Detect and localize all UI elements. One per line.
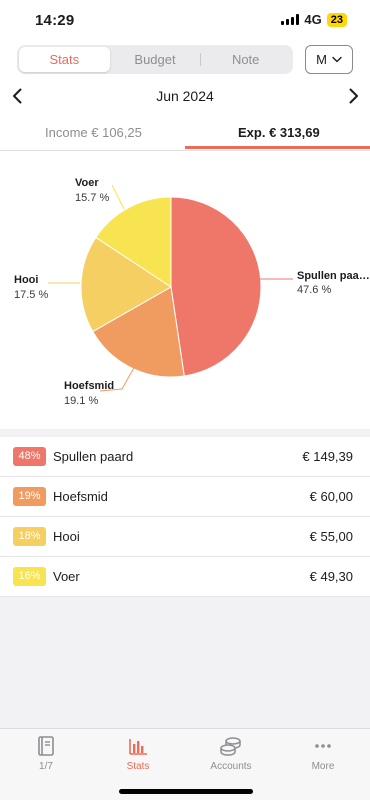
category-name: Hooi [53, 529, 80, 544]
network-label: 4G [304, 12, 322, 27]
period-selector[interactable]: M [305, 45, 353, 74]
tabbar-label: More [311, 761, 335, 772]
tabbar-item-more[interactable]: More [288, 735, 358, 772]
view-segmented-control: Stats Budget Note [17, 45, 293, 74]
pie-chart-svg: Spullen paa… 47.6 % Hoefsmid 19.1 % Hooi 17.5… [14, 177, 370, 407]
segment-stats[interactable]: Stats [19, 47, 110, 72]
tabbar-item-stats[interactable]: Stats [103, 735, 173, 772]
battery-icon: 23 [326, 12, 347, 27]
category-name: Voer [53, 569, 80, 584]
tabbar-label: Accounts [210, 761, 252, 772]
slice-percent-label: 15.7 % [75, 192, 109, 204]
percent-badge: 16% [13, 567, 46, 586]
home-indicator [119, 789, 253, 794]
category-amount: € 149,39 [302, 449, 353, 464]
period-label: M [316, 52, 327, 67]
segment-note[interactable]: Note [200, 47, 291, 72]
category-amount: € 49,30 [309, 569, 353, 584]
slice-label: Hooi [14, 274, 38, 286]
slice-label: Hoefsmid [64, 380, 114, 392]
pie-slice-spullen-paard[interactable] [170, 196, 262, 377]
chevron-down-icon [332, 56, 342, 63]
header: Stats Budget Note M Jun 2024 Income € 10… [0, 42, 370, 150]
list-item[interactable]: 19% Hoefsmid € 60,00 [0, 477, 370, 517]
slice-label: Voer [75, 177, 99, 189]
income-expense-tabs: Income € 106,25 Exp. € 313,69 [0, 120, 370, 150]
percent-badge: 19% [13, 487, 46, 506]
book-icon [38, 736, 54, 756]
bar-chart-icon [129, 739, 147, 755]
slice-label: Spullen paa… [297, 270, 370, 282]
percent-badge: 48% [13, 447, 46, 466]
category-list: 48% Spullen paard € 149,39 19% Hoefsmid … [0, 437, 370, 597]
tab-expense[interactable]: Exp. € 313,69 [238, 125, 320, 140]
tabbar-label: Stats [126, 761, 150, 772]
category-amount: € 55,00 [309, 529, 353, 544]
percent-badge: 18% [13, 527, 46, 546]
segment-budget[interactable]: Budget [110, 47, 201, 72]
category-name: Hoefsmid [53, 489, 108, 504]
list-item[interactable]: 16% Voer € 49,30 [0, 557, 370, 597]
tabbar-item-transactions[interactable]: 1/7 [11, 735, 81, 772]
status-time: 14:29 [35, 12, 75, 29]
slice-percent-label: 47.6 % [297, 284, 331, 296]
list-item[interactable]: 18% Hooi € 55,00 [0, 517, 370, 557]
signal-icon [281, 14, 300, 25]
more-dots-icon [315, 744, 331, 748]
slice-percent-label: 19.1 % [64, 395, 98, 407]
list-item[interactable]: 48% Spullen paard € 149,39 [0, 437, 370, 477]
month-navigator: Jun 2024 [0, 84, 370, 108]
tabbar-label: 1/7 [39, 761, 53, 772]
leader-line [111, 184, 125, 210]
chevron-right-icon[interactable] [343, 86, 363, 106]
expense-pie-chart: Spullen paa… 47.6 % Hoefsmid 19.1 % Hooi 17.5… [0, 151, 370, 429]
status-bar: 14:29 4G 23 [0, 0, 370, 42]
slice-percent-label: 17.5 % [14, 289, 48, 301]
active-tab-indicator [185, 146, 370, 149]
category-name: Spullen paard [53, 449, 134, 464]
tab-income[interactable]: Income € 106,25 [45, 125, 142, 140]
category-amount: € 60,00 [309, 489, 353, 504]
coins-icon [220, 737, 241, 756]
tabbar-item-accounts[interactable]: Accounts [196, 735, 266, 772]
month-label: Jun 2024 [156, 88, 214, 104]
status-indicators: 4G 23 [281, 12, 347, 27]
